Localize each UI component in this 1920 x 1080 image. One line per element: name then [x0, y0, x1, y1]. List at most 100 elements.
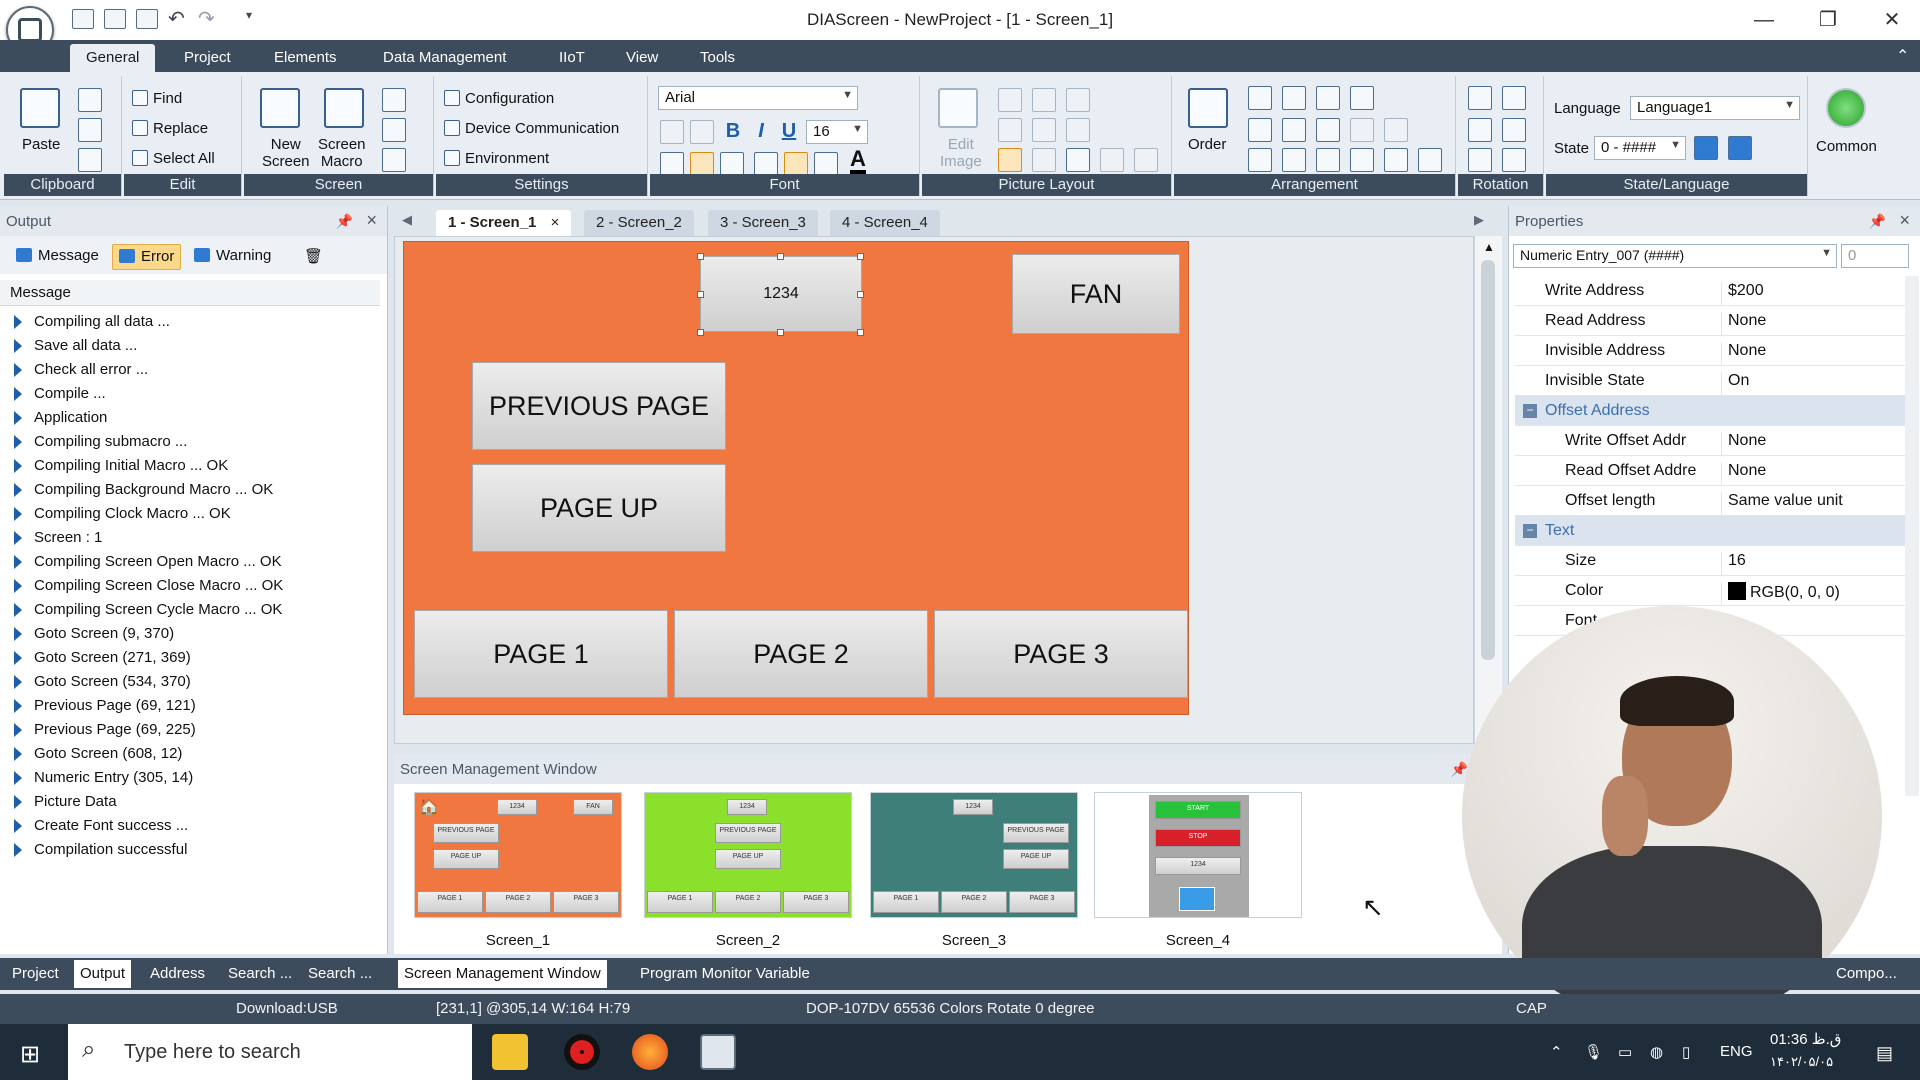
page-1-button[interactable]: PAGE 1 [414, 610, 668, 698]
tab-output-panel[interactable]: Output [74, 960, 132, 988]
screen-export-icon[interactable] [382, 148, 406, 172]
property-value[interactable]: $200 [1721, 282, 1764, 306]
tab-tools[interactable]: Tools [700, 49, 735, 66]
properties-scrollbar[interactable] [1905, 276, 1919, 796]
select-all-button[interactable]: Select All [132, 150, 215, 167]
close-icon[interactable]: × [366, 210, 377, 231]
font-color-icon[interactable]: A [850, 148, 866, 174]
cut-icon[interactable] [78, 148, 102, 172]
restore-button[interactable]: ❐ [1808, 6, 1848, 34]
tab-screen-4[interactable]: 4 - Screen_4 [830, 210, 940, 236]
editor-scrollbar[interactable]: ▲ ▼ [1474, 236, 1502, 744]
rotate-free-icon[interactable] [1502, 148, 1526, 172]
expand-icon[interactable] [14, 339, 22, 353]
tab-scroll-right-icon[interactable]: ▶ [1474, 212, 1484, 228]
tab-screen-1[interactable]: 1 - Screen_1 × [436, 210, 572, 236]
expand-icon[interactable] [14, 795, 22, 809]
layout-fit-icon[interactable] [1032, 148, 1056, 172]
collapse-icon[interactable]: − [1523, 404, 1537, 418]
hmi-screen-1[interactable]: 1234 FAN PREVIOUS PAGE PAGE UP PAGE 1 PA… [403, 241, 1189, 715]
list-item[interactable]: Check all error ... [0, 358, 380, 382]
property-row[interactable]: Offset length Same value unit [1515, 486, 1905, 516]
same-height-icon[interactable] [1282, 118, 1306, 142]
bold-button[interactable]: B [720, 118, 746, 144]
screen-1-label[interactable]: Screen_1 [414, 932, 622, 949]
layout-middle-icon[interactable] [1032, 118, 1056, 142]
layout-center-icon[interactable] [1032, 88, 1056, 112]
list-item[interactable]: Compiling Initial Macro ... OK [0, 454, 380, 478]
list-item[interactable]: Goto Screen (608, 12) [0, 742, 380, 766]
expand-icon[interactable] [14, 723, 22, 737]
tab-search-panel-2[interactable]: Search ... [308, 965, 372, 982]
property-category[interactable]: − Offset Address [1515, 396, 1905, 426]
list-item[interactable]: Compiling Screen Close Macro ... OK [0, 574, 380, 598]
tray-up-icon[interactable]: ⌃ [1550, 1043, 1563, 1061]
screen-4-label[interactable]: Screen_4 [1094, 932, 1302, 949]
tab-iiot[interactable]: IIoT [559, 49, 585, 66]
layout-bottom-icon[interactable] [1066, 118, 1090, 142]
clock-date[interactable]: ۱۴۰۲/۰۵/۰۵ [1770, 1054, 1833, 1070]
battery-icon[interactable]: ▭ [1618, 1043, 1632, 1061]
align-middle-icon[interactable] [1316, 148, 1340, 172]
expand-icon[interactable] [14, 435, 22, 449]
property-row[interactable]: Write Address $200 [1515, 276, 1905, 306]
layout-stretch-icon[interactable] [998, 148, 1022, 172]
message-column-header[interactable]: Message [0, 280, 380, 306]
expand-icon[interactable] [14, 411, 22, 425]
resize-handle[interactable] [857, 291, 864, 298]
text-align-top-icon[interactable] [754, 152, 778, 176]
screen-properties-icon[interactable] [382, 118, 406, 142]
list-item[interactable]: Compilation successful [0, 838, 380, 862]
property-value[interactable]: Same value unit [1721, 492, 1843, 516]
property-row[interactable]: Write Offset Addr None [1515, 426, 1905, 456]
object-selector[interactable]: Numeric Entry_007 (####) ▼ [1513, 244, 1837, 268]
clock-time[interactable]: 01:36 ق.ظ [1770, 1030, 1841, 1048]
resize-handle[interactable] [697, 291, 704, 298]
tab-general[interactable]: General [70, 44, 156, 72]
minimize-button[interactable]: — [1744, 6, 1784, 34]
resize-handle[interactable] [777, 253, 784, 260]
format-painter-icon[interactable] [78, 88, 102, 112]
screen-3-thumbnail[interactable]: 1234 PREVIOUS PAGE PAGE UP PAGE 1 PAGE 2… [870, 792, 1078, 918]
expand-icon[interactable] [14, 819, 22, 833]
list-item[interactable]: Screen : 1 [0, 526, 380, 550]
distribute-v-icon[interactable] [1384, 148, 1408, 172]
align-bottom-icon[interactable] [1350, 86, 1374, 110]
error-filter-button[interactable]: Error [112, 244, 182, 270]
expand-icon[interactable] [14, 627, 22, 641]
edit-image-button[interactable]: Edit Image [940, 136, 982, 170]
property-row[interactable]: Read Address None [1515, 306, 1905, 336]
flip-horizontal-icon[interactable] [1468, 118, 1492, 142]
layout-tile-icon[interactable] [1100, 148, 1124, 172]
replace-button[interactable]: Replace [132, 120, 208, 137]
language-select[interactable]: Language1 ▼ [1630, 96, 1800, 120]
device-communication-button[interactable]: Device Communication [444, 120, 619, 137]
tab-elements[interactable]: Elements [274, 49, 337, 66]
property-value[interactable]: None [1721, 312, 1766, 336]
font-size-select[interactable]: 16 ▼ [806, 120, 868, 144]
list-item[interactable]: Save all data ... [0, 334, 380, 358]
screen-3-label[interactable]: Screen_3 [870, 932, 1078, 949]
align-top-icon[interactable] [1316, 86, 1340, 110]
text-align-bottom-icon[interactable] [814, 152, 838, 176]
expand-icon[interactable] [14, 771, 22, 785]
state-select[interactable]: 0 - #### ▼ [1594, 136, 1686, 160]
diascreen-taskbar-icon[interactable] [700, 1034, 736, 1070]
expand-icon[interactable] [14, 699, 22, 713]
page-3-button[interactable]: PAGE 3 [934, 610, 1188, 698]
scroll-thumb[interactable] [1481, 260, 1495, 660]
expand-icon[interactable] [14, 363, 22, 377]
font-family-select[interactable]: Arial ▼ [658, 86, 858, 110]
screen-2-label[interactable]: Screen_2 [644, 932, 852, 949]
fan-button[interactable]: FAN [1012, 254, 1180, 334]
list-item[interactable]: Compile ... [0, 382, 380, 406]
pin-icon[interactable]: 📌 [1869, 213, 1886, 230]
list-item[interactable]: Compiling submacro ... [0, 430, 380, 454]
align-center-v-icon[interactable] [1282, 148, 1306, 172]
expand-icon[interactable] [14, 675, 22, 689]
expand-icon[interactable] [14, 603, 22, 617]
microphone-icon[interactable]: 🎙 [1584, 1043, 1603, 1061]
text-align-center-icon[interactable] [690, 152, 714, 176]
property-row[interactable]: Invisible Address None [1515, 336, 1905, 366]
list-item[interactable]: Compiling Screen Cycle Macro ... OK [0, 598, 380, 622]
